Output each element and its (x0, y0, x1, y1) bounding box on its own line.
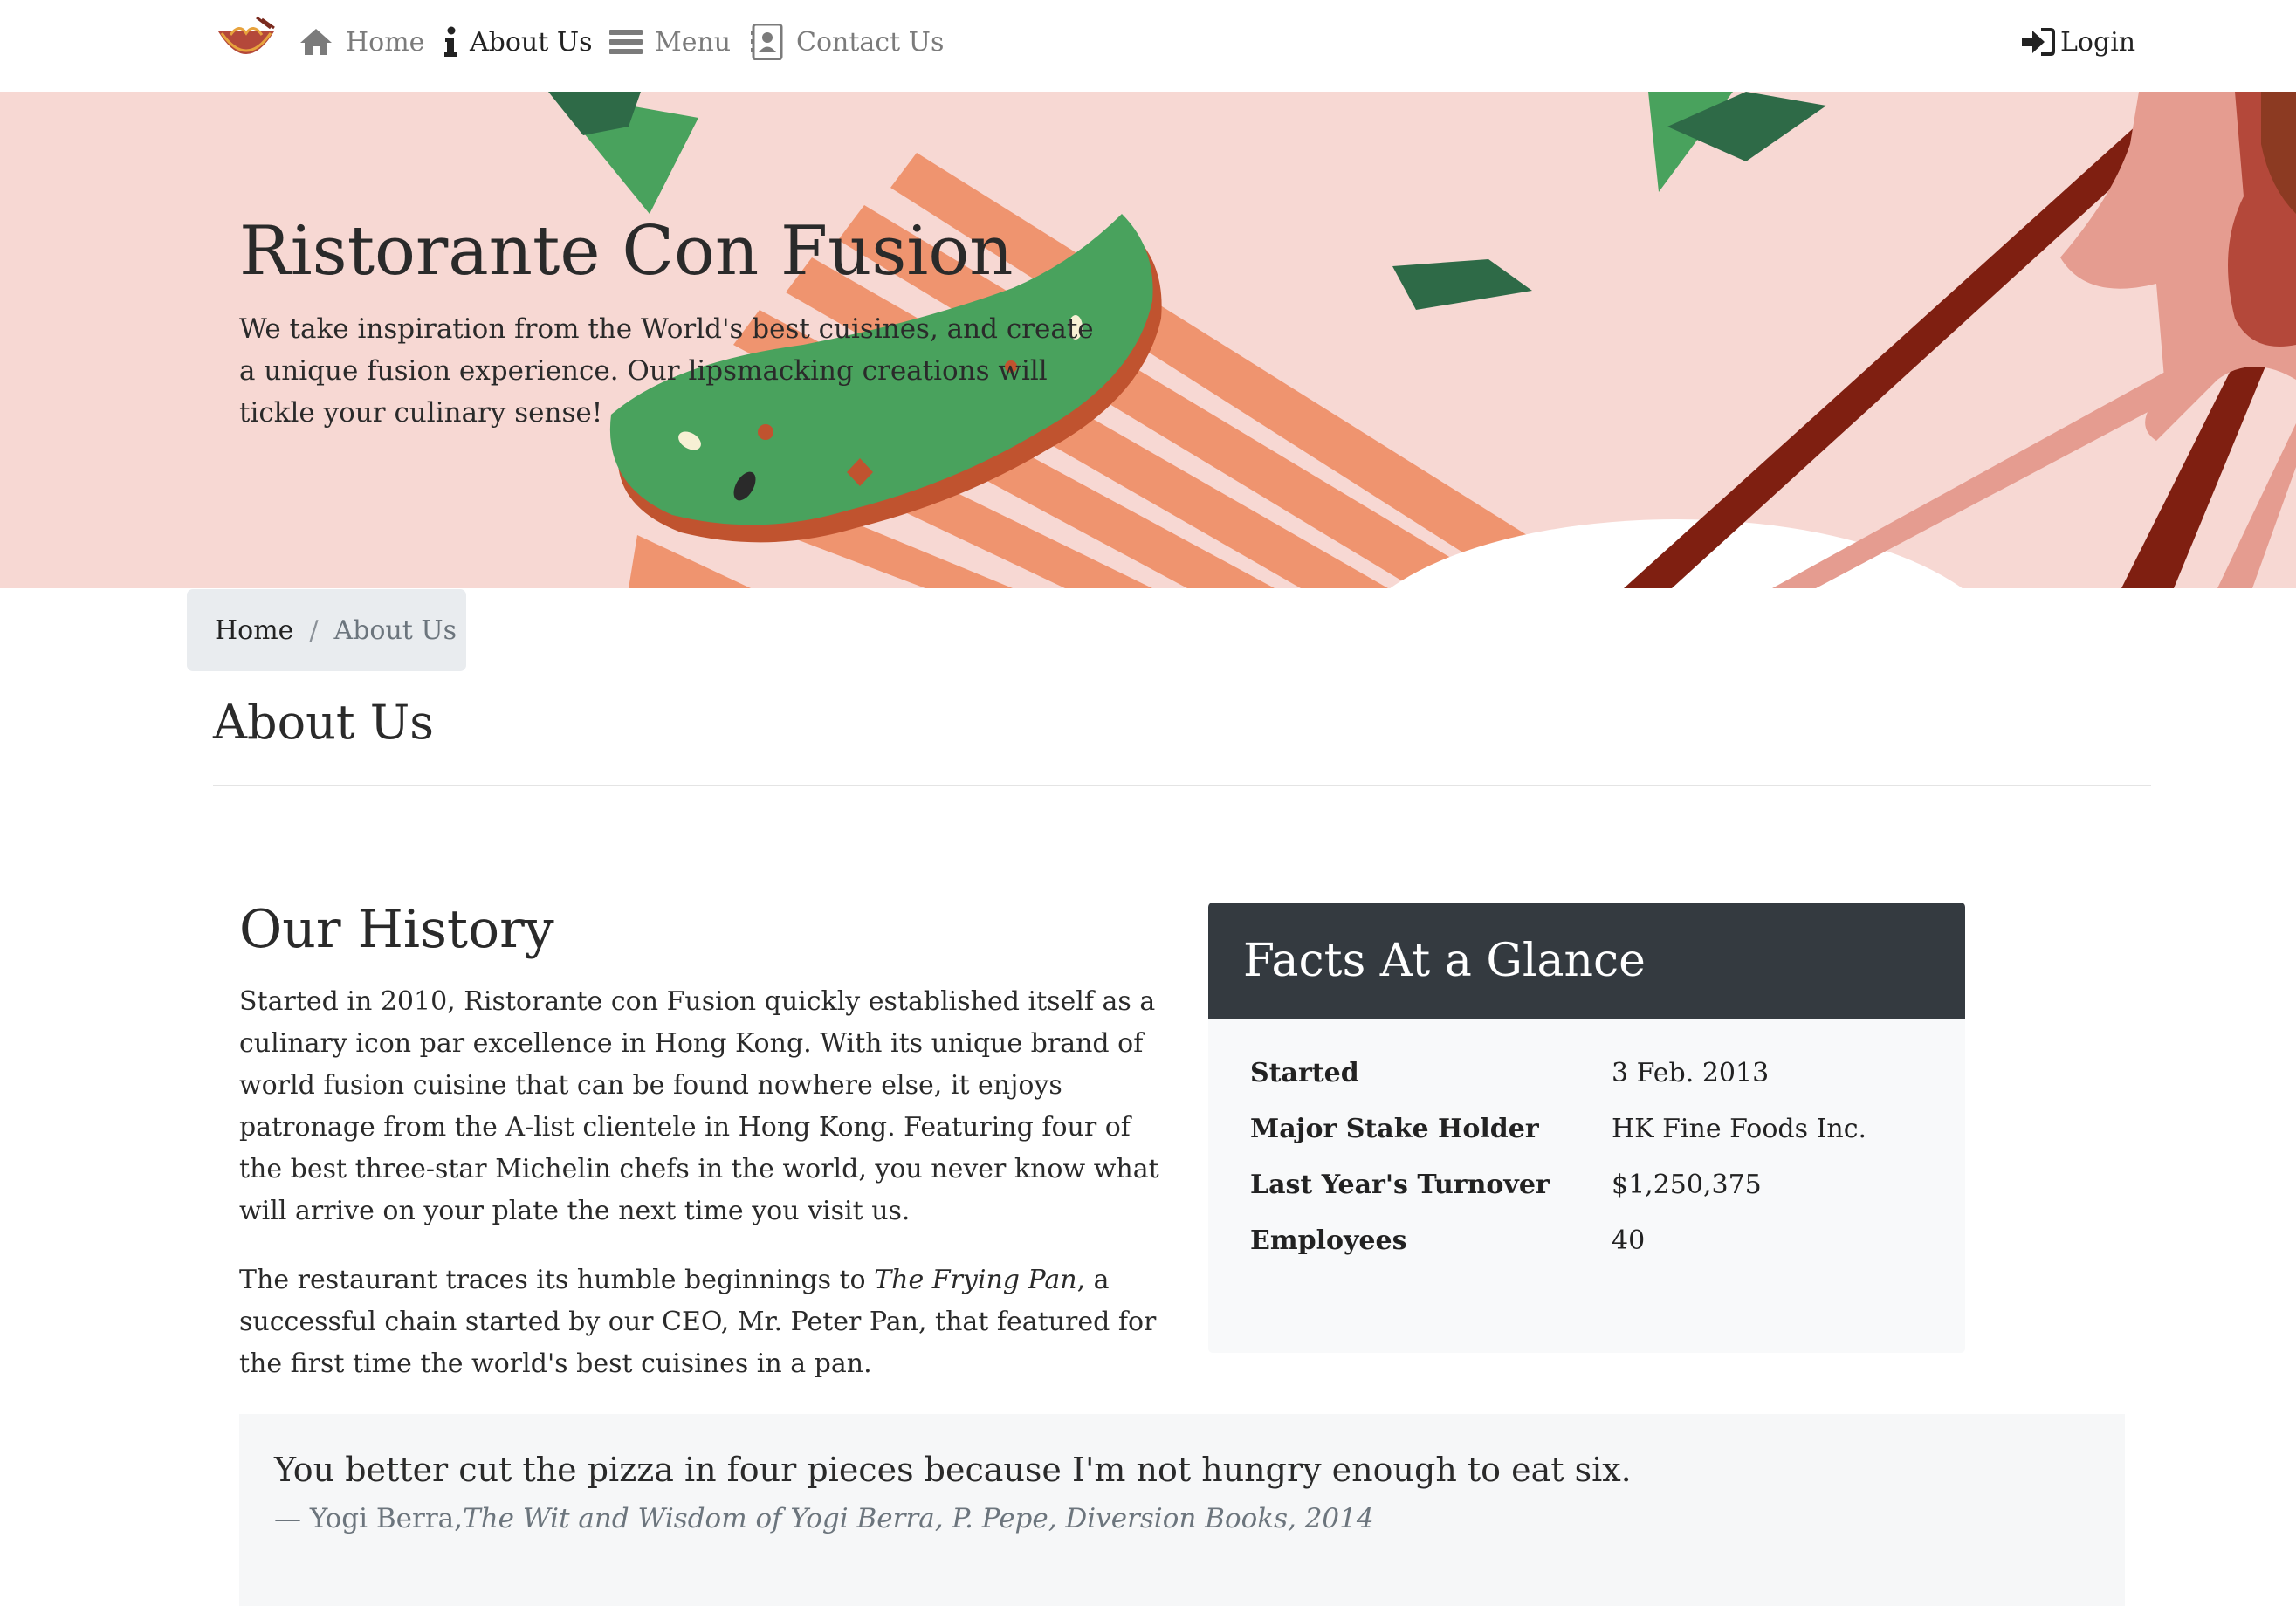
facts-list: Started 3 Feb. 2013 Major Stake Holder H… (1250, 1058, 1965, 1281)
nav-item-about-us[interactable]: About Us (443, 19, 593, 65)
bowl-logo-icon (218, 16, 275, 54)
breadcrumb-separator: / (309, 614, 319, 646)
list-icon (609, 28, 643, 56)
info-icon (443, 26, 457, 58)
restaurant-tagline: We take inspiration from the World's bes… (239, 313, 1094, 429)
fact-row: Major Stake Holder HK Fine Foods Inc. (1250, 1114, 1965, 1170)
history-paragraph-2: The restaurant traces its humble beginni… (239, 1259, 1165, 1385)
login-label: Login (2060, 26, 2136, 58)
nav-item-contact-us[interactable]: Contact Us (751, 19, 944, 65)
fact-label: Major Stake Holder (1250, 1114, 1539, 1144)
home-icon (299, 27, 333, 57)
facts-card: Facts At a Glance Started 3 Feb. 2013 Ma… (1208, 903, 1965, 1353)
fact-row: Started 3 Feb. 2013 (1250, 1058, 1965, 1114)
history-p2-start: The restaurant traces its humble beginni… (239, 1265, 875, 1295)
quote-author: — Yogi Berra, (274, 1503, 464, 1534)
login-button[interactable]: Login (2022, 19, 2135, 65)
fact-label: Started (1250, 1058, 1359, 1088)
blockquote: You better cut the pizza in four pieces … (239, 1414, 2125, 1606)
fact-value: HK Fine Foods Inc. (1612, 1114, 1867, 1144)
fact-value: $1,250,375 (1612, 1170, 1762, 1200)
fact-row: Last Year's Turnover $1,250,375 (1250, 1170, 1965, 1225)
quote-text: You better cut the pizza in four pieces … (274, 1451, 1632, 1489)
fact-value: 3 Feb. 2013 (1612, 1058, 1770, 1088)
breadcrumb: Home / About Us (187, 589, 466, 671)
nav-item-label: Menu (655, 26, 732, 58)
navbar: Home About Us Menu Contact Us Login (0, 0, 2296, 92)
history-paragraph-1: Started in 2010, Ristorante con Fusion q… (239, 986, 1159, 1226)
restaurant-logo[interactable] (213, 16, 279, 70)
nav-item-home[interactable]: Home (299, 19, 424, 65)
facts-card-header: Facts At a Glance (1208, 903, 1965, 1019)
nav-item-menu[interactable]: Menu (609, 19, 731, 65)
page-title: About Us (213, 695, 434, 750)
jumbotron: Ristorante Con Fusion We take inspiratio… (0, 92, 2296, 588)
restaurant-name-heading: Ristorante Con Fusion (239, 212, 1014, 291)
fact-label: Last Year's Turnover (1250, 1170, 1550, 1200)
fact-label: Employees (1250, 1225, 1407, 1256)
quote-footer: — Yogi Berra,The Wit and Wisdom of Yogi … (274, 1503, 1374, 1534)
nav-item-label: About Us (470, 26, 593, 58)
breadcrumb-current: About Us (333, 614, 457, 646)
history-p2-emphasis: The Frying Pan (874, 1265, 1077, 1295)
sign-in-icon (2022, 27, 2055, 57)
address-card-icon (751, 24, 784, 60)
fact-row: Employees 40 (1250, 1225, 1965, 1281)
divider (213, 785, 2151, 786)
history-heading: Our History (239, 899, 554, 960)
nav-item-label: Home (346, 26, 425, 58)
breadcrumb-home-link[interactable]: Home (215, 615, 293, 646)
nav-item-label: Contact Us (796, 26, 945, 58)
quote-source: The Wit and Wisdom of Yogi Berra, P. Pep… (463, 1503, 1374, 1534)
fact-value: 40 (1612, 1225, 1646, 1256)
